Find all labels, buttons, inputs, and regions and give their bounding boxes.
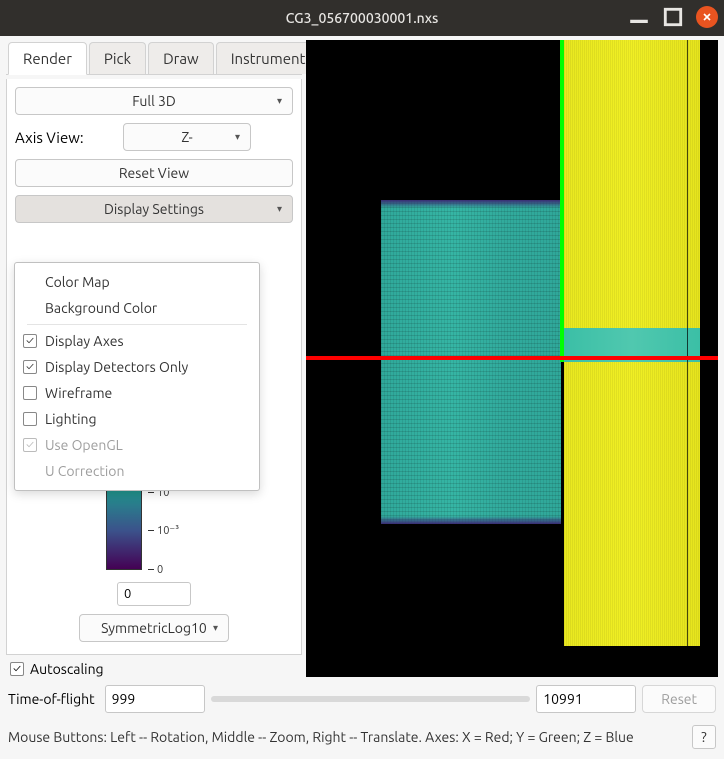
autoscaling-checkbox[interactable] — [10, 662, 24, 676]
detector-panel-left — [381, 200, 561, 524]
display-settings-menu: Color Map Background Color Display Axes … — [14, 262, 260, 491]
sidebar: Render Pick Draw Instrument Full 3D ▾ Ax… — [6, 40, 302, 677]
autoscaling-row: Autoscaling — [6, 659, 302, 677]
tof-reset-button[interactable]: Reset — [642, 685, 716, 713]
menu-u-correction: U Correction — [15, 458, 259, 484]
menu-use-opengl-label: Use OpenGL — [45, 437, 123, 453]
titlebar: CG3_056700030001.nxs — [0, 0, 724, 36]
close-button[interactable] — [696, 6, 718, 28]
checkbox-icon — [23, 360, 37, 374]
menu-detectors-only-label: Display Detectors Only — [45, 359, 188, 375]
reset-view-button[interactable]: Reset View — [15, 159, 293, 187]
axis-x-red — [306, 356, 718, 360]
menu-lighting-label: Lighting — [45, 411, 97, 427]
menu-color-map-label: Color Map — [45, 274, 110, 290]
autoscaling-label: Autoscaling — [30, 661, 104, 677]
checkbox-icon — [23, 334, 37, 348]
help-button[interactable]: ? — [692, 725, 716, 749]
axis-view-label: Axis View: — [15, 129, 111, 146]
colorbar-scale-value: SymmetricLog10 — [101, 620, 207, 636]
chevron-down-icon: ▾ — [213, 622, 218, 634]
menu-use-opengl: Use OpenGL — [15, 432, 259, 458]
display-settings-button[interactable]: Display Settings ▾ — [15, 195, 293, 223]
menu-wireframe-label: Wireframe — [45, 385, 112, 401]
chevron-down-icon: ▾ — [277, 203, 282, 215]
colorbar-tick: 10⁻² — [148, 492, 202, 493]
upper-area: Render Pick Draw Instrument Full 3D ▾ Ax… — [6, 40, 718, 677]
tab-draw[interactable]: Draw — [148, 42, 214, 74]
detector-panel-right — [564, 40, 700, 646]
instrument-view[interactable] — [306, 40, 718, 677]
menu-bg-color-label: Background Color — [45, 300, 157, 316]
spacer — [23, 464, 37, 478]
colorbar-min-input[interactable] — [117, 582, 191, 606]
axis-view-select[interactable]: Z- ▾ — [123, 123, 251, 151]
spacer — [23, 275, 37, 289]
tof-label: Time-of-flight — [8, 691, 95, 707]
axis-view-row: Axis View: Z- ▾ — [15, 123, 293, 151]
tof-slider[interactable] — [211, 696, 531, 702]
minimize-button[interactable] — [628, 6, 650, 28]
checkbox-icon — [23, 412, 37, 426]
projection-select[interactable]: Full 3D ▾ — [15, 87, 293, 115]
menu-display-axes[interactable]: Display Axes — [15, 328, 259, 354]
tab-render[interactable]: Render — [8, 42, 87, 75]
tab-pick[interactable]: Pick — [89, 42, 146, 74]
menu-display-axes-label: Display Axes — [45, 333, 124, 349]
colorbar-scale-select[interactable]: SymmetricLog10 ▾ — [79, 614, 229, 642]
window-title: CG3_056700030001.nxs — [286, 10, 439, 26]
status-text: Mouse Buttons: Left -- Rotation, Middle … — [8, 729, 634, 745]
tab-instrument[interactable]: Instrument — [216, 42, 321, 74]
colorbar-tick: 10⁻³ — [148, 530, 202, 531]
projection-value: Full 3D — [132, 93, 175, 109]
menu-lighting[interactable]: Lighting — [15, 406, 259, 432]
chevron-down-icon: ▾ — [235, 131, 240, 143]
status-bar: Mouse Buttons: Left -- Rotation, Middle … — [6, 719, 718, 753]
axis-view-value: Z- — [181, 129, 192, 145]
tof-min-input[interactable] — [105, 685, 205, 713]
tof-max-input[interactable] — [536, 685, 636, 713]
chevron-down-icon: ▾ — [277, 95, 282, 107]
content: Render Pick Draw Instrument Full 3D ▾ Ax… — [0, 36, 724, 759]
checkbox-icon — [23, 438, 37, 452]
axis-y-green — [560, 40, 564, 362]
colorbar-tick: 0 — [148, 569, 202, 570]
tof-bar: Time-of-flight Reset — [6, 681, 718, 715]
menu-background-color[interactable]: Background Color — [15, 295, 259, 321]
menu-wireframe[interactable]: Wireframe — [15, 380, 259, 406]
window-controls — [628, 6, 718, 28]
menu-color-map[interactable]: Color Map — [15, 269, 259, 295]
spacer — [23, 301, 37, 315]
tab-bar: Render Pick Draw Instrument — [6, 40, 302, 75]
maximize-button[interactable] — [662, 6, 684, 28]
menu-u-correction-label: U Correction — [45, 463, 124, 479]
checkbox-icon — [23, 386, 37, 400]
display-settings-label: Display Settings — [104, 201, 204, 217]
menu-detectors-only[interactable]: Display Detectors Only — [15, 354, 259, 380]
